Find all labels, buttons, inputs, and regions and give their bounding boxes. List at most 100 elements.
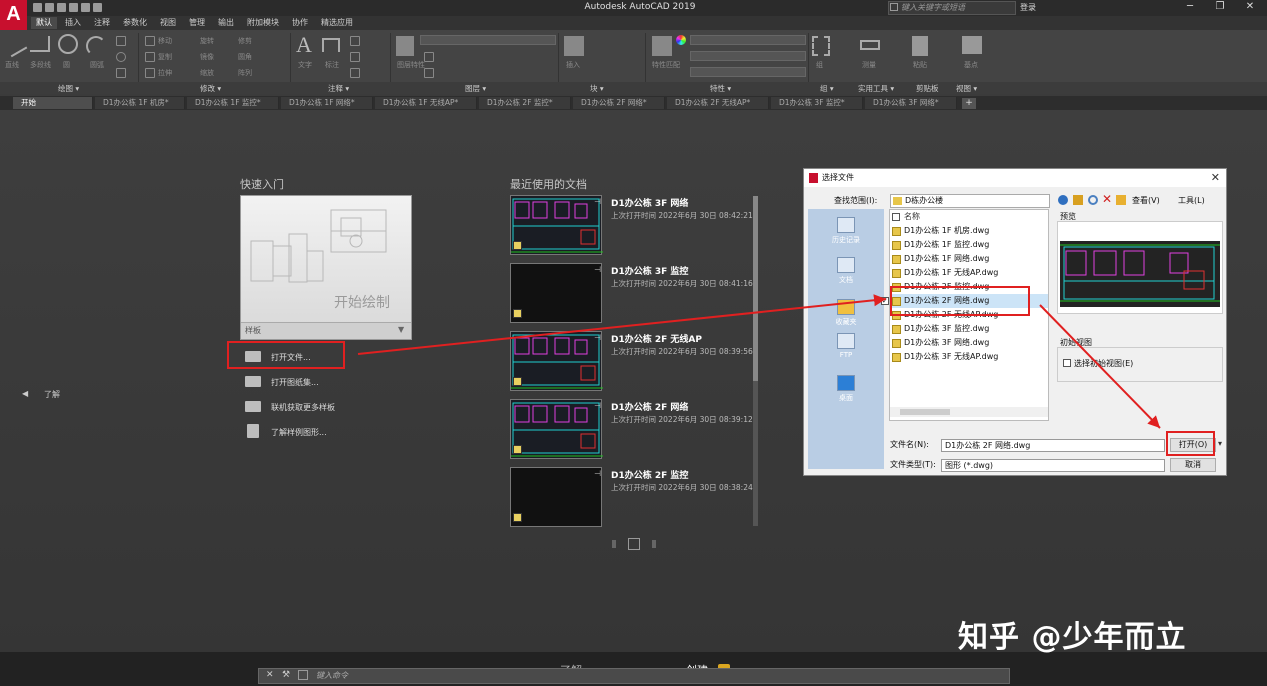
file-list-item[interactable]: D1办公栋 1F 监控.dwg xyxy=(890,238,1048,252)
recent-doc-title[interactable]: D1办公栋 3F 监控 xyxy=(611,264,688,277)
recent-thumbnail[interactable] xyxy=(510,399,603,459)
color-dropdown[interactable] xyxy=(690,35,806,45)
view-large-icon[interactable] xyxy=(612,540,616,548)
ribbon-tab-collaborate[interactable]: 协作 xyxy=(287,17,313,29)
filename-input[interactable]: D1办公栋 2F 网络.dwg xyxy=(941,439,1165,452)
initial-view-checkbox[interactable] xyxy=(1063,359,1071,367)
minimize-button[interactable]: ─ xyxy=(1180,1,1200,12)
linear-dim-icon[interactable] xyxy=(350,36,360,46)
ellipse-icon[interactable] xyxy=(116,52,126,62)
doc-tab[interactable]: D1办公栋 3F 监控* xyxy=(771,97,863,109)
open-options-chevron-icon[interactable]: ▾ xyxy=(1218,439,1222,448)
paste-icon[interactable] xyxy=(912,36,928,56)
column-header-name[interactable]: 名称 xyxy=(890,210,1048,224)
hatch-icon[interactable] xyxy=(116,68,126,78)
ribbon-tab-featured[interactable]: 精选应用 xyxy=(316,17,358,29)
learn-side-label[interactable]: 了解 xyxy=(44,389,60,400)
save-icon[interactable] xyxy=(57,3,66,12)
templates-chevron-icon[interactable]: ▼ xyxy=(398,325,404,334)
scrollbar-thumb[interactable] xyxy=(753,196,758,381)
new-folder-icon[interactable] xyxy=(1116,195,1126,205)
file-list-item[interactable]: D1办公栋 3F 监控.dwg xyxy=(890,322,1048,336)
get-templates-link[interactable]: 联机获取更多样板 xyxy=(271,402,335,413)
circle-icon[interactable] xyxy=(58,34,78,54)
undo-icon[interactable] xyxy=(93,3,102,12)
pin-icon[interactable]: ⊣ xyxy=(594,333,601,342)
doc-tab[interactable]: D1办公栋 3F 网络* xyxy=(865,97,957,109)
linetype-dropdown[interactable] xyxy=(690,51,806,61)
delete-icon[interactable]: ✕ xyxy=(1102,192,1112,206)
panel-view[interactable]: 视图 ▾ xyxy=(956,83,977,94)
panel-groups[interactable]: 组 ▾ xyxy=(820,83,834,94)
open-icon[interactable] xyxy=(45,3,54,12)
layer-iso-icon[interactable] xyxy=(424,68,434,78)
filetype-dropdown[interactable]: 图形 (*.dwg) xyxy=(941,459,1165,472)
search-input[interactable]: 键入关键字或短语 xyxy=(888,1,1016,15)
plot-icon[interactable] xyxy=(81,3,90,12)
close-button[interactable]: ✕ xyxy=(1240,1,1260,12)
file-list-item[interactable]: D1办公栋 1F 机房.dwg xyxy=(890,224,1048,238)
pin-icon[interactable]: ⊣ xyxy=(594,401,601,410)
tool-move[interactable]: 移动 xyxy=(158,36,172,46)
tool-fillet[interactable]: 圆角 xyxy=(238,52,252,62)
pin-icon[interactable]: ⊣ xyxy=(594,265,601,274)
panel-layers[interactable]: 图层 ▾ xyxy=(465,83,486,94)
rectangle-icon[interactable] xyxy=(116,36,126,46)
panel-utilities[interactable]: 实用工具 ▾ xyxy=(858,83,894,94)
color-wheel-icon[interactable] xyxy=(676,35,686,45)
new-icon[interactable] xyxy=(33,3,42,12)
lookin-dropdown[interactable]: D栋办公楼 xyxy=(890,194,1050,208)
recent-thumbnail[interactable] xyxy=(510,195,603,255)
sample-drawings-link[interactable]: 了解样例图形... xyxy=(271,427,327,438)
recent-thumbnail[interactable] xyxy=(510,467,602,527)
doc-tab[interactable]: D1办公栋 1F 监控* xyxy=(187,97,279,109)
cancel-button[interactable]: 取消 xyxy=(1170,458,1216,472)
panel-annotation[interactable]: 注释 ▾ xyxy=(328,83,349,94)
ribbon-tab-manage[interactable]: 管理 xyxy=(184,17,210,29)
tool-copy[interactable]: 复制 xyxy=(158,52,172,62)
layer-state-icon[interactable] xyxy=(424,52,434,62)
tool-rotate[interactable]: 旋转 xyxy=(200,36,214,46)
doc-tab[interactable]: D1办公栋 1F 网络* xyxy=(281,97,373,109)
leader-icon[interactable] xyxy=(350,52,360,62)
pin-icon[interactable]: ⊣ xyxy=(594,469,601,478)
tool-array[interactable]: 阵列 xyxy=(238,68,252,78)
doc-tab[interactable]: D1办公栋 2F 监控* xyxy=(479,97,571,109)
polyline-icon[interactable] xyxy=(30,36,50,52)
place-desktop[interactable]: 桌面 xyxy=(808,375,884,403)
place-ftp[interactable]: FTP xyxy=(808,333,884,359)
autocad-logo-icon[interactable]: A xyxy=(0,0,27,30)
table-icon[interactable] xyxy=(350,68,360,78)
recent-thumbnail[interactable] xyxy=(510,263,602,323)
measure-icon[interactable] xyxy=(860,40,880,50)
ribbon-tab-annotate[interactable]: 注释 xyxy=(89,17,115,29)
insert-block-icon[interactable] xyxy=(564,36,584,56)
ribbon-tab-addins[interactable]: 附加模块 xyxy=(242,17,284,29)
recent-doc-title[interactable]: D1办公栋 2F 网络 xyxy=(611,400,688,413)
cmd-close-icon[interactable]: ✕ xyxy=(266,670,274,680)
view-list-icon[interactable] xyxy=(652,540,656,548)
recent-doc-title[interactable]: D1办公栋 2F 无线AP xyxy=(611,332,702,345)
base-view-icon[interactable] xyxy=(962,36,982,54)
up-folder-icon[interactable] xyxy=(1073,195,1083,205)
select-all-checkbox[interactable] xyxy=(892,213,900,221)
maximize-button[interactable]: ❐ xyxy=(1210,1,1230,12)
command-input[interactable]: 键入命令 xyxy=(316,670,348,681)
doc-tab[interactable]: D1办公栋 1F 无线AP* xyxy=(375,97,477,109)
group-icon[interactable] xyxy=(812,36,830,56)
view-small-icon[interactable] xyxy=(628,538,640,550)
panel-block[interactable]: 块 ▾ xyxy=(590,83,604,94)
tool-stretch[interactable]: 拉伸 xyxy=(158,68,172,78)
horizontal-scrollbar-thumb[interactable] xyxy=(900,409,950,415)
tool-mirror[interactable]: 镜像 xyxy=(200,52,214,62)
tools-menu[interactable]: 工具(L) xyxy=(1178,195,1205,206)
file-checkbox[interactable]: ✓ xyxy=(881,297,889,305)
back-icon[interactable] xyxy=(1058,195,1068,205)
collapse-left-icon[interactable]: ◀ xyxy=(22,389,28,398)
file-list-item[interactable]: D1办公栋 3F 网络.dwg xyxy=(890,336,1048,350)
place-documents[interactable]: 文档 xyxy=(808,257,884,285)
place-favorites[interactable]: 收藏夹 xyxy=(808,299,884,327)
panel-draw[interactable]: 绘图 ▾ xyxy=(58,83,79,94)
new-tab-button[interactable]: + xyxy=(962,98,976,109)
command-line[interactable] xyxy=(258,668,1010,684)
